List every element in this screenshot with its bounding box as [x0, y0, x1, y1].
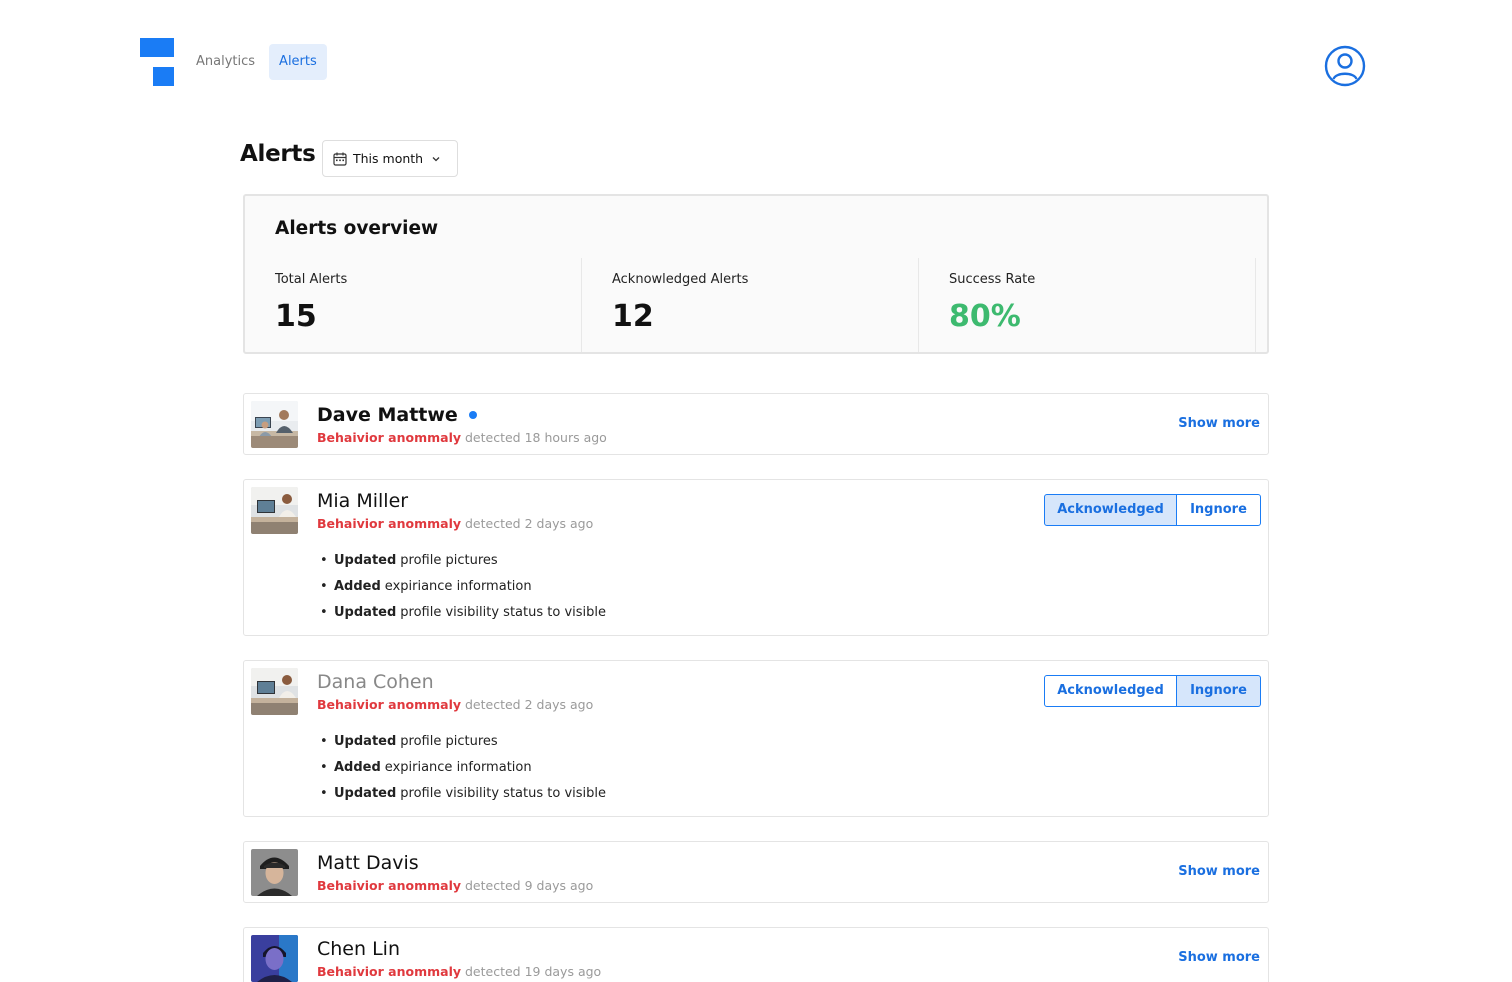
alert-type: Behaivior anommaly — [317, 964, 462, 979]
alert-subline: Behaivior anommaly detected 2 days ago — [317, 697, 593, 712]
change-verb: Added — [334, 760, 381, 775]
alert-user-name: Matt Davis — [317, 852, 419, 874]
nav-item-analytics[interactable]: Analytics — [186, 44, 265, 80]
change-verb: Updated — [334, 605, 397, 620]
alert-subline: Behaivior anommaly detected 18 hours ago — [317, 430, 607, 445]
list-item: • Added expiriance information — [320, 579, 606, 605]
list-item: • Updated profile pictures — [320, 553, 606, 579]
change-text: profile pictures — [400, 553, 498, 568]
stat-value: 12 — [612, 299, 654, 334]
acknowledged-button[interactable]: Acknowledged — [1044, 675, 1177, 707]
alert-status-toggle: Acknowledged Ingnore — [1044, 675, 1261, 707]
stat-acknowledged-alerts: Acknowledged Alerts 12 — [582, 258, 919, 352]
top-nav: Analytics Alerts — [186, 44, 331, 80]
change-text: profile visibility status to visible — [400, 605, 606, 620]
acknowledged-button[interactable]: Acknowledged — [1044, 494, 1177, 526]
ignore-button[interactable]: Ingnore — [1177, 494, 1261, 526]
page-title: Alerts — [240, 141, 316, 167]
alert-item[interactable]: Mia Miller Behaivior anommaly detected 2… — [243, 479, 1269, 636]
user-account-icon[interactable] — [1324, 45, 1366, 87]
period-dropdown[interactable]: This month — [322, 140, 458, 177]
list-item: • Updated profile visibility status to vis… — [320, 605, 606, 631]
alert-time: detected 2 days ago — [465, 516, 594, 531]
show-more-link[interactable]: Show more — [1178, 864, 1260, 879]
change-verb: Updated — [334, 786, 397, 801]
alert-user-name: Mia Miller — [317, 490, 409, 512]
list-item: • Updated profile visibility status to vis… — [320, 786, 606, 812]
avatar — [251, 401, 298, 448]
alert-subline: Behaivior anommaly detected 2 days ago — [317, 516, 593, 531]
alert-subline: Behaivior anommaly detected 19 days ago — [317, 964, 601, 979]
stat-label: Total Alerts — [275, 272, 348, 287]
stat-label: Success Rate — [949, 272, 1036, 287]
list-item: • Updated profile pictures — [320, 734, 606, 760]
alert-user-name: Dave Mattwe — [317, 404, 477, 426]
alert-type: Behaivior anommaly — [317, 878, 462, 893]
period-label: This month — [353, 151, 424, 166]
unread-indicator — [468, 411, 477, 419]
change-text: expiriance information — [384, 579, 532, 594]
ignore-button[interactable]: Ingnore — [1177, 675, 1261, 707]
alert-time: detected 2 days ago — [465, 697, 594, 712]
alerts-overview-card: Alerts overview Total Alerts 15 Acknowle… — [243, 194, 1269, 354]
change-list: • Updated profile pictures • Added expirianc… — [320, 734, 606, 812]
chevron-down-icon — [431, 154, 441, 164]
alert-type: Behaivior anommaly — [317, 516, 462, 531]
alert-subline: Behaivior anommaly detected 9 days ago — [317, 878, 593, 893]
calendar-icon — [333, 152, 347, 166]
alert-item[interactable]: Matt Davis Behaivior anommaly detected 9… — [243, 841, 1269, 903]
change-verb: Added — [334, 579, 381, 594]
stat-success-rate: Success Rate 80% — [919, 258, 1256, 352]
change-text: profile visibility status to visible — [400, 786, 606, 801]
avatar — [251, 487, 298, 534]
logo-shape-top — [140, 38, 174, 57]
avatar — [251, 668, 298, 715]
stat-total-alerts: Total Alerts 15 — [245, 258, 582, 352]
alert-item[interactable]: Dana Cohen Behaivior anommaly detected 2… — [243, 660, 1269, 817]
alert-status-toggle: Acknowledged Ingnore — [1044, 494, 1261, 526]
alert-type: Behaivior anommaly — [317, 697, 462, 712]
alert-user-name: Dana Cohen — [317, 671, 434, 693]
alert-item[interactable]: Chen Lin Behaivior anommaly detected 19 … — [243, 927, 1269, 982]
alert-type: Behaivior anommaly — [317, 430, 462, 445]
show-more-link[interactable]: Show more — [1178, 950, 1260, 965]
alert-time: detected 19 days ago — [465, 964, 602, 979]
avatar — [251, 849, 298, 896]
change-list: • Updated profile pictures • Added expirianc… — [320, 553, 606, 631]
alert-time: detected 9 days ago — [465, 878, 594, 893]
avatar — [251, 935, 298, 982]
stat-value: 15 — [275, 299, 317, 334]
alert-time: detected 18 hours ago — [465, 430, 607, 445]
stat-label: Acknowledged Alerts — [612, 272, 749, 287]
list-item: • Added expiriance information — [320, 760, 606, 786]
overview-title: Alerts overview — [275, 218, 439, 239]
change-text: expiriance information — [384, 760, 532, 775]
alert-item[interactable]: Dave Mattwe Behaivior anommaly detected … — [243, 393, 1269, 455]
change-verb: Updated — [334, 553, 397, 568]
change-verb: Updated — [334, 734, 397, 749]
logo-shape-bottom — [153, 67, 174, 86]
stat-value: 80% — [949, 299, 1021, 334]
nav-item-alerts[interactable]: Alerts — [269, 44, 327, 80]
show-more-link[interactable]: Show more — [1178, 416, 1260, 431]
user-name-text: Dave Mattwe — [317, 404, 458, 426]
alert-user-name: Chen Lin — [317, 938, 400, 960]
app-logo[interactable] — [140, 38, 174, 86]
change-text: profile pictures — [400, 734, 498, 749]
